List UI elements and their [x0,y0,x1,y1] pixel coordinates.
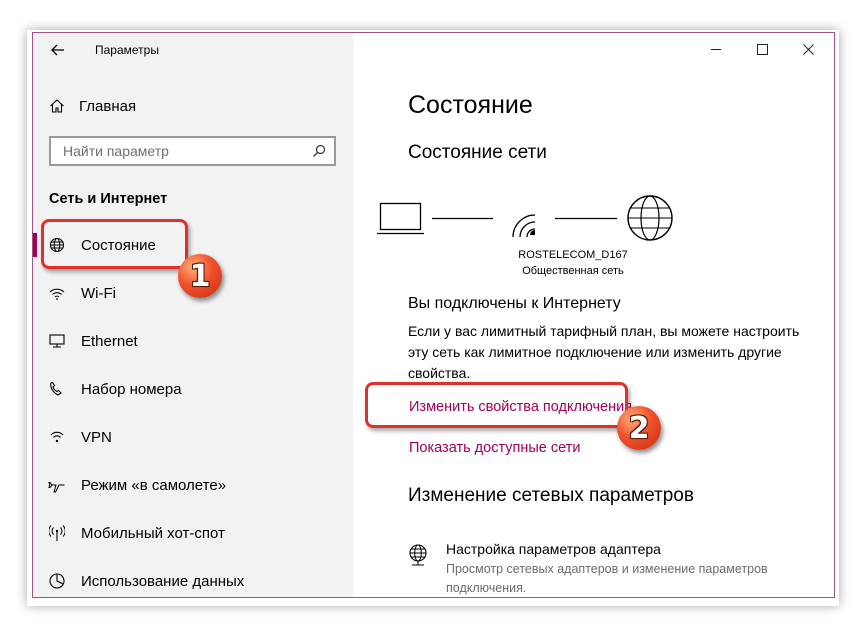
step-badge-2: 2 [617,406,661,450]
airplane-icon [47,475,67,495]
data-usage-icon [47,571,67,591]
arrow-left-icon [51,44,64,56]
wifi-signal-icon [512,214,536,238]
wifi-icon [47,283,67,303]
adapter-settings-link[interactable]: Настройка параметров адаптера [446,541,661,557]
dialup-icon [47,379,67,399]
maximize-icon [756,43,768,55]
sidebar: Параметры Главная Сеть и Интернет Состоя… [33,33,353,597]
highlight-box-change-properties [365,382,628,428]
home-label: Главная [79,97,137,115]
sidebar-item-label: Набор номера [81,380,182,398]
page-title: Состояние [408,91,533,119]
network-status-heading: Состояние сети [408,142,547,163]
sidebar-item-vpn[interactable]: VPN [33,417,353,457]
minimize-icon [710,48,721,50]
adapter-globe-icon [408,544,428,571]
sidebar-item-label: Ethernet [81,332,138,350]
laptop-icon [377,202,424,235]
sidebar-item-data-usage[interactable]: Использование данных [33,561,353,597]
connected-status: Вы подключены к Интернету [408,295,621,312]
network-name: ROSTELECOM_D167 [518,249,628,261]
back-button[interactable] [47,39,69,61]
minimize-button[interactable] [693,33,739,65]
search-box[interactable] [49,136,336,166]
sidebar-item-label: VPN [81,428,112,446]
sidebar-item-home[interactable]: Главная [49,95,136,117]
network-diagram [377,195,673,241]
sidebar-item-hotspot[interactable]: Мобильный хот-спот [33,513,353,553]
home-icon [50,99,64,113]
step-badge-1: 1 [178,254,222,298]
show-available-networks-link[interactable]: Показать доступные сети [409,440,580,456]
sidebar-item-label: Режим «в самолете» [81,476,227,494]
metered-description: Если у вас лимитный тарифный план, вы мо… [408,323,800,381]
sidebar-item-label: Wi-Fi [81,284,116,302]
settings-window: Параметры Главная Сеть и Интернет Состоя… [32,32,835,598]
close-icon [802,43,814,55]
network-type: Общественная сеть [522,265,624,277]
sidebar-item-label: Использование данных [81,572,245,590]
search-icon[interactable] [312,144,326,158]
sidebar-item-ethernet[interactable]: Ethernet [33,321,353,361]
close-button[interactable] [785,33,831,65]
highlight-box-status [41,219,188,269]
section-title: Сеть и Интернет [49,191,168,207]
maximize-button[interactable] [739,33,785,65]
change-network-settings-heading: Изменение сетевых параметров [408,485,694,506]
sidebar-item-dialup[interactable]: Набор номера [33,369,353,409]
app-title: Параметры [95,43,159,57]
vpn-icon [47,427,67,447]
adapter-settings-description: Просмотр сетевых адаптеров и изменение п… [446,562,768,595]
sidebar-item-airplane[interactable]: Режим «в самолете» [33,465,353,505]
globe-icon [627,195,673,241]
search-input[interactable] [63,143,293,159]
content-pane: Состояние Состояние сети ROSTELECOM_D167… [353,33,834,597]
hotspot-icon [47,523,67,543]
ethernet-icon [47,331,67,351]
sidebar-item-label: Мобильный хот-спот [81,524,225,542]
